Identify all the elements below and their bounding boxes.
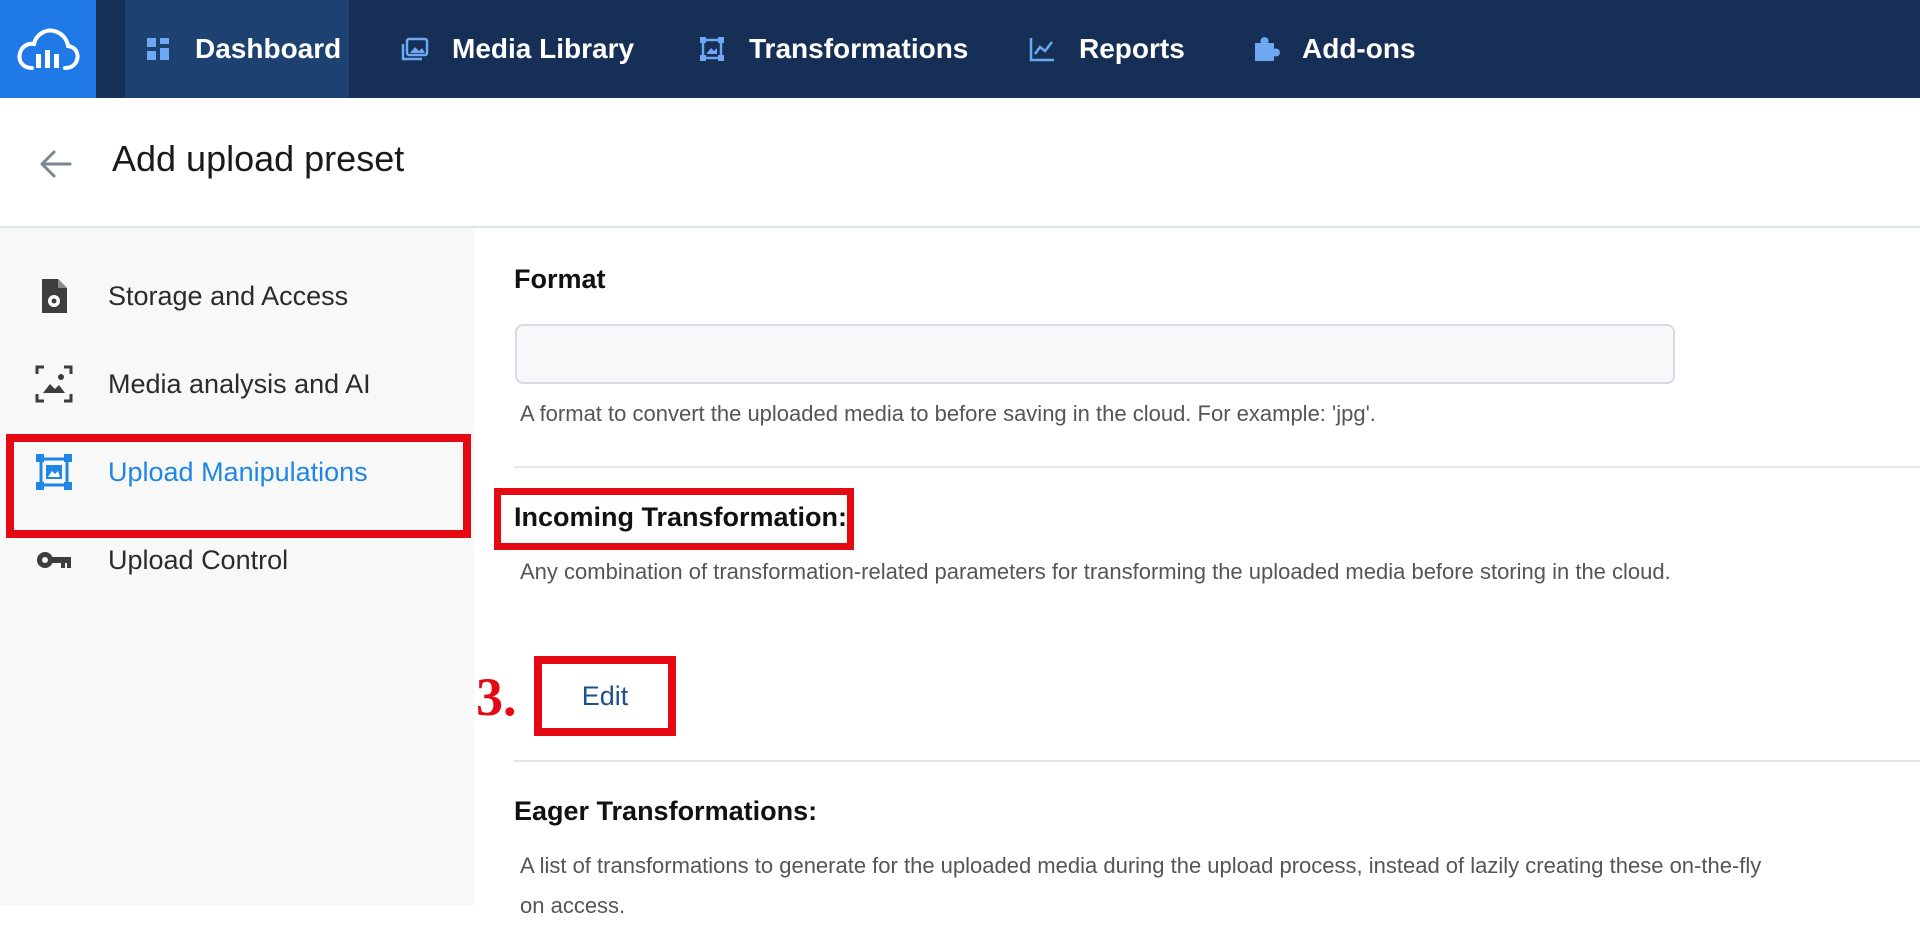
media-library-icon — [401, 37, 429, 61]
nav-item-reports[interactable]: Reports — [1027, 0, 1185, 98]
page-header: Add upload preset — [0, 98, 1920, 228]
image-scan-icon — [35, 365, 73, 403]
nav-item-label: Dashboard — [195, 33, 342, 64]
incoming-transformation-title: Incoming Transformation: — [514, 502, 848, 532]
nav-item-label: Media Library — [452, 33, 635, 64]
sidebar-item-media-analysis[interactable]: Media analysis and AI — [0, 340, 474, 428]
nav-item-transformations[interactable]: Transformations — [697, 0, 968, 98]
sidebar-item-storage-and-access[interactable]: Storage and Access — [0, 252, 474, 340]
sidebar-item-label: Media analysis and AI — [108, 368, 371, 399]
eager-transformations-description: A list of transformations to generate fo… — [520, 853, 1762, 918]
nav-item-addons[interactable]: Add-ons — [1250, 0, 1416, 98]
sidebar-item-label: Upload Control — [108, 544, 289, 575]
highlight-box-upload-manipulations — [6, 434, 471, 538]
nav-item-label: Reports — [1079, 33, 1185, 64]
divider — [514, 466, 1920, 468]
main-content: Format A format to convert the uploaded … — [474, 228, 1920, 918]
format-input[interactable] — [515, 324, 1675, 384]
nav-item-label: Transformations — [749, 33, 969, 64]
nav-item-dashboard[interactable]: Dashboard — [125, 0, 349, 98]
cloud-logo-icon — [17, 28, 80, 70]
divider — [514, 760, 1920, 762]
addons-icon — [1255, 37, 1280, 61]
transformations-icon — [700, 37, 724, 61]
edit-button[interactable]: Edit — [534, 656, 676, 736]
back-arrow-icon[interactable] — [36, 144, 76, 184]
logo[interactable] — [0, 0, 96, 98]
format-description: A format to convert the uploaded media t… — [520, 401, 1376, 426]
sidebar-item-label: Storage and Access — [108, 280, 349, 311]
format-title: Format — [514, 264, 606, 294]
step-number-annotation: 3. — [476, 667, 517, 727]
reports-icon — [1029, 38, 1054, 62]
top-navigation: Dashboard Media Library Transformations … — [0, 0, 1920, 98]
page-title: Add upload preset — [112, 138, 405, 179]
nav-item-media-library[interactable]: Media Library — [400, 0, 634, 98]
file-gear-icon — [42, 279, 67, 313]
nav-item-label: Add-ons — [1302, 33, 1416, 64]
dashboard-icon — [147, 38, 169, 60]
key-icon — [37, 552, 71, 568]
incoming-transformation-description: Any combination of transformation-relate… — [520, 559, 1671, 584]
sidebar: Storage and Access Media analysis and AI… — [0, 228, 474, 905]
eager-transformations-title: Eager Transformations: — [514, 796, 818, 826]
